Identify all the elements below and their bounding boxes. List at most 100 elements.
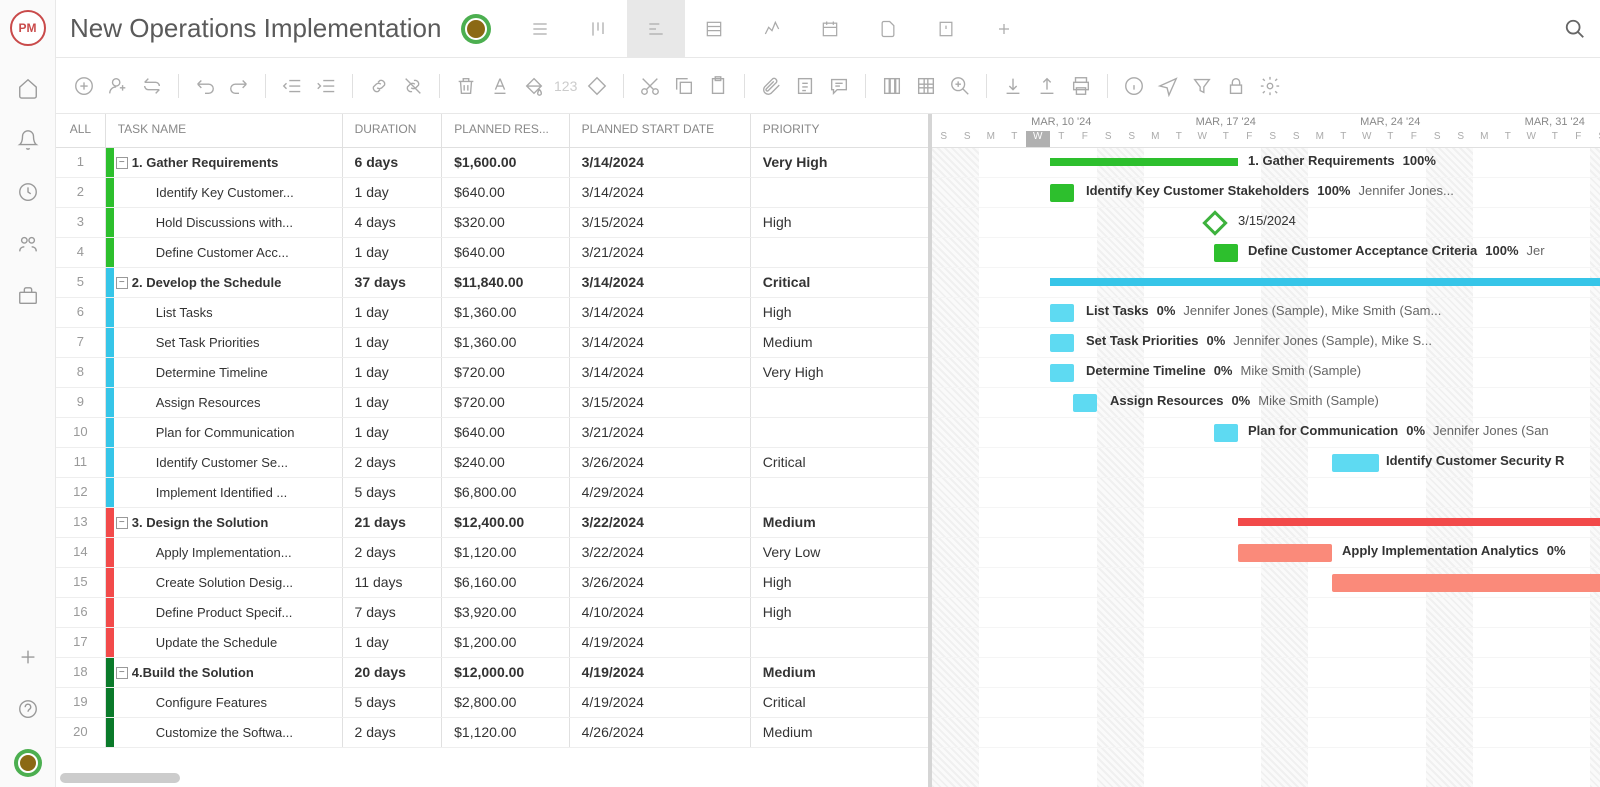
task-row[interactable]: 3 Hold Discussions with... 4 days $320.0…: [56, 208, 928, 238]
col-start-date[interactable]: PLANNED START DATE: [570, 114, 751, 147]
duration-cell[interactable]: 1 day: [343, 328, 443, 357]
date-cell[interactable]: 3/14/2024: [570, 358, 751, 387]
list-view-icon[interactable]: [511, 0, 569, 58]
cost-cell[interactable]: $1,600.00: [442, 148, 569, 177]
task-row[interactable]: 17 Update the Schedule 1 day $1,200.00 4…: [56, 628, 928, 658]
cost-cell[interactable]: $3,920.00: [442, 598, 569, 627]
cost-cell[interactable]: $720.00: [442, 358, 569, 387]
collapse-icon[interactable]: −: [116, 277, 128, 289]
priority-cell[interactable]: Very Low: [751, 538, 928, 567]
gantt-row[interactable]: Determine Timeline0%Mike Smith (Sample): [932, 358, 1600, 388]
task-row[interactable]: 10 Plan for Communication 1 day $640.00 …: [56, 418, 928, 448]
outdent-icon[interactable]: [278, 72, 306, 100]
duration-cell[interactable]: 2 days: [343, 718, 443, 747]
link-icon[interactable]: [365, 72, 393, 100]
gantt-row[interactable]: [932, 658, 1600, 688]
gantt-row[interactable]: [932, 268, 1600, 298]
task-name-cell[interactable]: Identify Customer Se...: [106, 448, 343, 477]
task-row[interactable]: 2 Identify Key Customer... 1 day $640.00…: [56, 178, 928, 208]
priority-cell[interactable]: Medium: [751, 658, 928, 687]
cost-cell[interactable]: $6,800.00: [442, 478, 569, 507]
priority-cell[interactable]: Medium: [751, 718, 928, 747]
delete-icon[interactable]: [452, 72, 480, 100]
app-logo[interactable]: PM: [10, 10, 46, 46]
gantt-summary-bar[interactable]: [1238, 518, 1600, 526]
date-cell[interactable]: 4/10/2024: [570, 598, 751, 627]
paste-icon[interactable]: [704, 72, 732, 100]
bell-icon[interactable]: [16, 128, 40, 152]
task-name-cell[interactable]: Define Product Specif...: [106, 598, 343, 627]
gantt-task-bar[interactable]: [1050, 364, 1074, 382]
priority-cell[interactable]: Very High: [751, 358, 928, 387]
task-row[interactable]: 19 Configure Features 5 days $2,800.00 4…: [56, 688, 928, 718]
gantt-row[interactable]: [932, 598, 1600, 628]
date-cell[interactable]: 4/19/2024: [570, 688, 751, 717]
cost-cell[interactable]: $640.00: [442, 178, 569, 207]
duration-cell[interactable]: 1 day: [343, 238, 443, 267]
gantt-task-bar[interactable]: [1238, 544, 1332, 562]
gantt-task-bar[interactable]: [1073, 394, 1097, 412]
clock-icon[interactable]: [16, 180, 40, 204]
sync-icon[interactable]: [138, 72, 166, 100]
duration-cell[interactable]: 2 days: [343, 538, 443, 567]
task-name-cell[interactable]: −4.Build the Solution: [106, 658, 343, 687]
task-name-cell[interactable]: −1. Gather Requirements: [106, 148, 343, 177]
cost-cell[interactable]: $2,800.00: [442, 688, 569, 717]
priority-cell[interactable]: Critical: [751, 688, 928, 717]
export-icon[interactable]: [1033, 72, 1061, 100]
line-number-icon[interactable]: 123: [554, 78, 577, 94]
help-icon[interactable]: [16, 697, 40, 721]
import-icon[interactable]: [999, 72, 1027, 100]
date-cell[interactable]: 3/15/2024: [570, 388, 751, 417]
col-task-name[interactable]: TASK NAME: [106, 114, 343, 147]
task-row[interactable]: 13 −3. Design the Solution 21 days $12,4…: [56, 508, 928, 538]
cost-cell[interactable]: $1,120.00: [442, 538, 569, 567]
send-icon[interactable]: [1154, 72, 1182, 100]
date-cell[interactable]: 3/22/2024: [570, 538, 751, 567]
project-owner-avatar[interactable]: [461, 14, 491, 44]
gantt-row[interactable]: List Tasks0%Jennifer Jones (Sample), Mik…: [932, 298, 1600, 328]
gantt-row[interactable]: Define Customer Acceptance Criteria100%J…: [932, 238, 1600, 268]
duration-cell[interactable]: 6 days: [343, 148, 443, 177]
home-icon[interactable]: [16, 76, 40, 100]
task-row[interactable]: 6 List Tasks 1 day $1,360.00 3/14/2024 H…: [56, 298, 928, 328]
duration-cell[interactable]: 20 days: [343, 658, 443, 687]
lock-icon[interactable]: [1222, 72, 1250, 100]
task-name-cell[interactable]: Apply Implementation...: [106, 538, 343, 567]
dashboard-view-icon[interactable]: [743, 0, 801, 58]
briefcase-icon[interactable]: [16, 284, 40, 308]
priority-cell[interactable]: [751, 418, 928, 447]
priority-cell[interactable]: [751, 238, 928, 267]
duration-cell[interactable]: 5 days: [343, 688, 443, 717]
collapse-icon[interactable]: −: [116, 157, 128, 169]
duration-cell[interactable]: 2 days: [343, 448, 443, 477]
col-priority[interactable]: PRIORITY: [751, 114, 928, 147]
duration-cell[interactable]: 37 days: [343, 268, 443, 297]
zoom-icon[interactable]: [946, 72, 974, 100]
comment-icon[interactable]: [825, 72, 853, 100]
board-view-icon[interactable]: [569, 0, 627, 58]
gantt-row[interactable]: [932, 718, 1600, 748]
task-name-cell[interactable]: Implement Identified ...: [106, 478, 343, 507]
task-name-cell[interactable]: Hold Discussions with...: [106, 208, 343, 237]
duration-cell[interactable]: 4 days: [343, 208, 443, 237]
date-cell[interactable]: 4/29/2024: [570, 478, 751, 507]
gantt-task-bar[interactable]: [1214, 244, 1238, 262]
task-row[interactable]: 11 Identify Customer Se... 2 days $240.0…: [56, 448, 928, 478]
filter-icon[interactable]: [1188, 72, 1216, 100]
gantt-view-icon[interactable]: [627, 0, 685, 58]
priority-cell[interactable]: Medium: [751, 508, 928, 537]
priority-cell[interactable]: Critical: [751, 448, 928, 477]
task-row[interactable]: 4 Define Customer Acc... 1 day $640.00 3…: [56, 238, 928, 268]
task-row[interactable]: 18 −4.Build the Solution 20 days $12,000…: [56, 658, 928, 688]
duration-cell[interactable]: 1 day: [343, 418, 443, 447]
date-cell[interactable]: 3/21/2024: [570, 238, 751, 267]
columns-icon[interactable]: [878, 72, 906, 100]
task-row[interactable]: 15 Create Solution Desig... 11 days $6,1…: [56, 568, 928, 598]
cost-cell[interactable]: $640.00: [442, 418, 569, 447]
date-cell[interactable]: 3/14/2024: [570, 148, 751, 177]
cost-cell[interactable]: $320.00: [442, 208, 569, 237]
gantt-milestone[interactable]: [1202, 210, 1227, 235]
priority-cell[interactable]: Medium: [751, 328, 928, 357]
task-name-cell[interactable]: Configure Features: [106, 688, 343, 717]
